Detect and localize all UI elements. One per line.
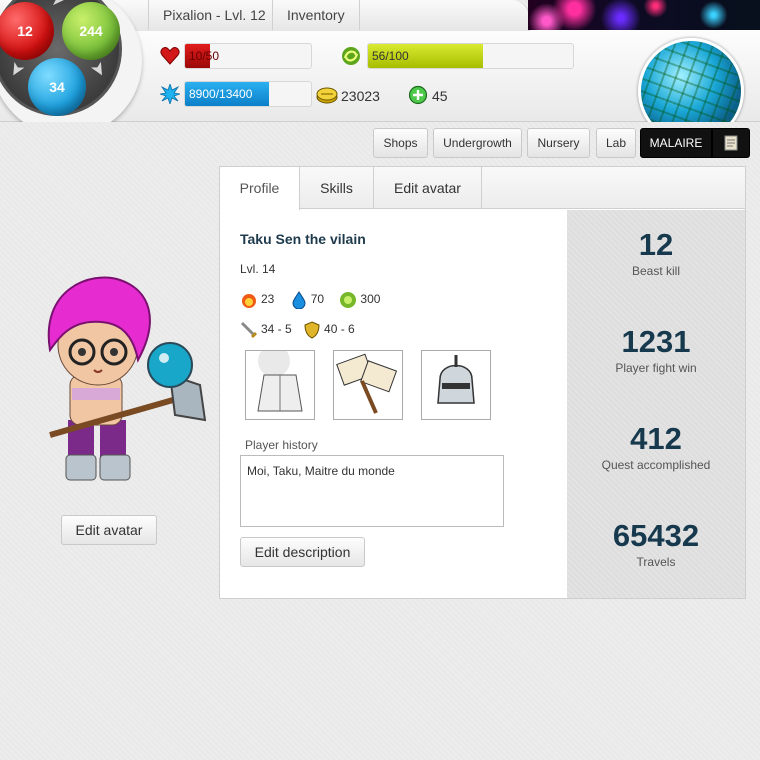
lab-button[interactable]: Lab	[596, 128, 636, 158]
space-banner	[528, 0, 760, 30]
earth-orb[interactable]: 244	[62, 2, 120, 60]
xp-bar-text: 8900/13400	[189, 87, 253, 101]
dial-arrow-icon: ➤	[51, 0, 66, 10]
equipment-slot-armor[interactable]	[245, 345, 315, 420]
profile-tabs: Profile Skills Edit avatar	[220, 167, 745, 210]
tab-skills[interactable]: Skills	[300, 167, 374, 209]
earth-orb-value: 244	[79, 23, 103, 39]
element-orbs-dial: ➤ ➤ ➤ 12 244 34	[0, 0, 142, 122]
tab-edit-avatar[interactable]: Edit avatar	[374, 167, 482, 209]
gold-coins-icon	[316, 87, 338, 104]
sword-icon	[240, 321, 258, 338]
gold-value: 23023	[341, 88, 380, 104]
combat-stats: 34 - 5 40 - 6	[240, 320, 355, 339]
fire-value: 23	[261, 292, 275, 306]
stat-player-fight-win: 1231 Player fight win	[567, 324, 745, 376]
stat-label: Player fight win	[615, 361, 697, 375]
stats-column: 12 Beast kill 1231 Player fight win 412 …	[567, 210, 745, 598]
water-value: 70	[310, 292, 325, 306]
stat-quest-accomplished: 412 Quest accomplished	[567, 421, 745, 473]
xp-star-icon	[160, 84, 180, 104]
player-name: Taku Sen the vilain	[240, 231, 366, 247]
armor-icon	[257, 345, 303, 412]
earth-value: 300	[360, 292, 381, 306]
green-gem-icon	[408, 85, 428, 105]
dial-arrow-icon: ➤	[86, 57, 112, 81]
stat-label: Beast kill	[631, 264, 681, 278]
undergrowth-button[interactable]: Undergrowth	[433, 128, 522, 158]
attack-value: 34 - 5	[261, 322, 292, 336]
profile-panel: Profile Skills Edit avatar Taku Sen the …	[219, 166, 746, 599]
player-avatar	[47, 276, 207, 481]
dial-arrow-icon: ➤	[4, 58, 30, 82]
nursery-button[interactable]: Nursery	[527, 128, 590, 158]
edit-avatar-button[interactable]: Edit avatar	[61, 515, 157, 545]
inventory-link[interactable]: Inventory	[272, 0, 360, 30]
helmet-icon	[437, 355, 475, 404]
defense-value: 40 - 6	[324, 322, 355, 336]
edit-description-button[interactable]: Edit description	[240, 537, 365, 567]
tab-profile[interactable]: Profile	[220, 167, 300, 210]
equipment-slot-weapon[interactable]	[333, 350, 403, 420]
player-history-textbox[interactable]: Moi, Taku, Maitre du monde	[240, 455, 504, 527]
shops-button[interactable]: Shops	[373, 128, 428, 158]
equipment-slot-helmet[interactable]	[421, 350, 491, 420]
shield-icon	[304, 321, 320, 339]
hp-bar: 10/50	[184, 43, 312, 69]
malaire-button[interactable]: MALAIRE	[640, 128, 712, 158]
stamina-bar: 56/100	[367, 43, 574, 69]
scroll-icon	[724, 135, 738, 151]
stat-value: 1231	[621, 324, 691, 359]
heart-icon	[160, 47, 180, 65]
water-orb-value: 34	[49, 79, 65, 95]
stamina-bar-text: 56/100	[372, 49, 409, 63]
stat-label: Travels	[636, 555, 676, 569]
water-orb[interactable]: 34	[28, 58, 86, 116]
element-stats: 23 70 300	[240, 290, 380, 309]
player-history-label: Player history	[245, 438, 318, 452]
stat-value: 412	[630, 421, 682, 456]
fire-orb-value: 12	[17, 23, 33, 39]
stat-beast-kill: 12 Beast kill	[567, 227, 745, 279]
stat-label: Quest accomplished	[601, 458, 711, 472]
game-title: Pixalion - Lvl. 12	[148, 0, 280, 30]
hammer-icon	[336, 353, 398, 414]
stat-value: 65432	[612, 518, 700, 553]
water-drop-icon	[292, 290, 306, 309]
gems-value: 45	[432, 88, 448, 104]
player-level: Lvl. 14	[240, 262, 276, 276]
stat-value: 12	[638, 227, 674, 262]
stat-travels: 65432 Travels	[567, 518, 745, 570]
stamina-swirl-icon	[342, 47, 360, 65]
top-header: Pixalion - Lvl. 12 Inventory 10/50 56/10…	[0, 0, 760, 122]
scroll-button[interactable]	[712, 128, 750, 158]
earth-icon	[340, 291, 357, 308]
fire-icon	[242, 293, 256, 308]
xp-bar: 8900/13400	[184, 81, 312, 107]
hp-bar-text: 10/50	[189, 49, 220, 63]
